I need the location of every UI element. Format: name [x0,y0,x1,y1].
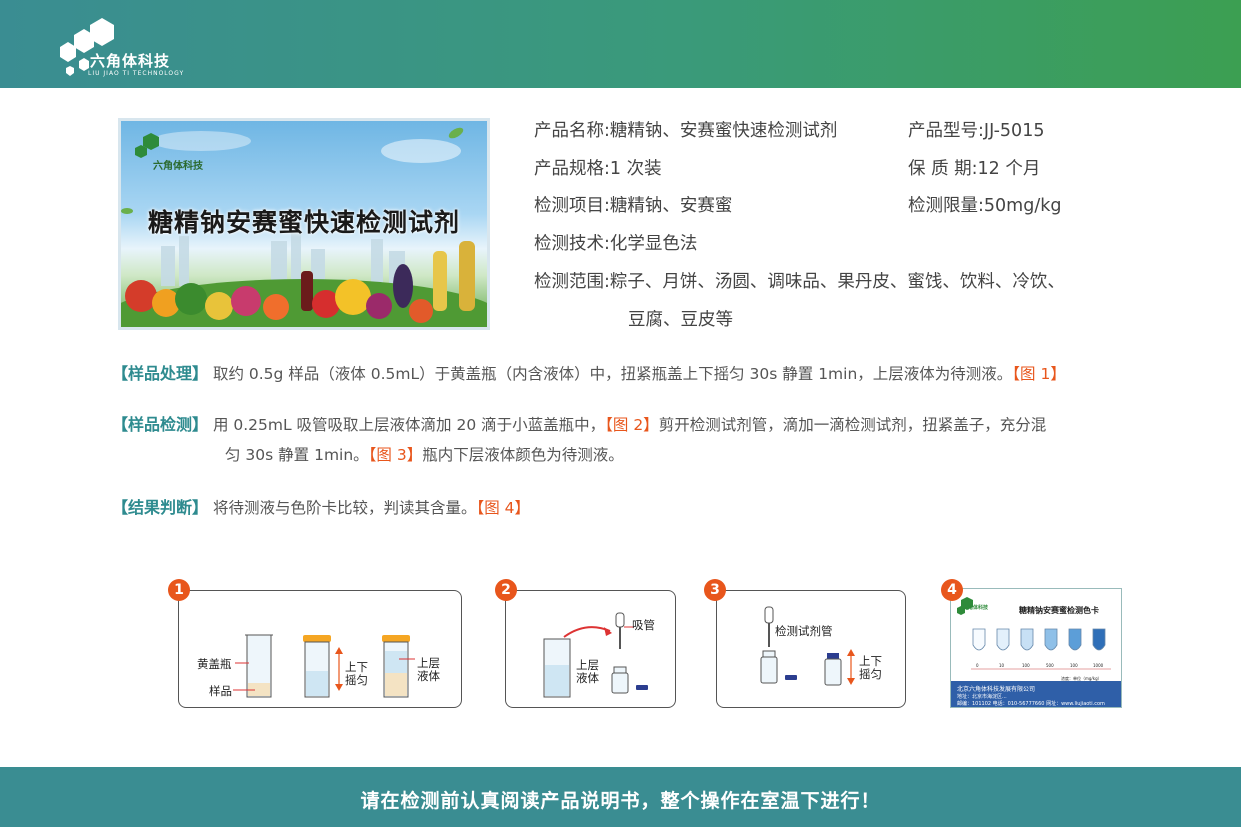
processing-ref: 【图 1】 [1012,365,1066,383]
step-3-number: 3 [704,579,726,601]
detection-ref-1: 【图 2】 [605,416,659,434]
processing-text: 取约 0.5g 样品（液体 0.5mL）于黄盖瓶（内含液体）中，扭紧瓶盖上下摇匀… [212,365,1013,383]
product-logo-text: 六角体科技 [153,161,203,172]
card-level-4: 100 [1070,663,1078,668]
result-text: 将待测液与色阶卡比较，判读其含量。 [212,499,477,517]
card-level-0: 0 [976,663,979,668]
result-ref: 【图 4】 [476,499,531,517]
detection-text-4: 瓶内下层液体颜色为待测液。 [422,446,624,464]
info-limit-label: 检测限量: [908,196,984,216]
card-level-1: 10 [999,663,1005,668]
info-model-value: JJ-5015 [983,121,1045,141]
step-3-tube-label: 检测试剂管 [775,624,833,638]
brand-english: LIU JIAO TI TECHNOLOGY [88,70,185,77]
info-name-value: 糖精钠、安赛蜜快速检测试剂 [609,121,838,141]
card-contact: 邮编：101102 电话：010-56777660 网址：www.liujiao… [957,701,1105,707]
info-spec-value: 1 次装 [609,159,662,179]
header-bar: 六角体科技 LIU JIAO TI TECHNOLOGY [0,0,1241,88]
info-name: 产品名称:糖精钠、安赛蜜快速检测试剂 [534,117,837,142]
info-range-label: 检测范围: [534,272,610,292]
info-range-line2: 豆腐、豆皮等 [628,310,733,330]
step-3-illustration [760,606,855,686]
step-1-number: 1 [168,579,190,601]
footer-bar: 请在检测前认真阅读产品说明书，整个操作在室温下进行！ [0,767,1241,827]
product-image: 六角体科技 糖精钠安赛蜜快速检测试剂 [118,118,490,330]
info-spec-label: 产品规格: [534,159,610,179]
detection-text-3: 匀 30s 静置 1min。 [225,446,369,464]
info-item-value: 糖精钠、安赛蜜 [609,196,733,216]
detection-ref-2: 【图 3】 [368,446,423,464]
card-level-2: 100 [1022,663,1030,668]
step-2-panel: 吸管 上层 液体 [505,590,676,708]
info-model: 产品型号:JJ-5015 [908,117,1044,142]
footer-notice: 请在检测前认真阅读产品说明书，整个操作在室温下进行！ [360,790,881,812]
step-1-panel: 黄盖瓶 样品 上下 摇匀 上层 液体 [178,590,462,708]
result-tag: 【结果判断】 [112,498,209,517]
info-limit: 检测限量:50mg/kg [908,192,1061,217]
info-shelf-value: 12 个月 [977,159,1041,179]
product-image-title: 糖精钠安赛蜜快速检测试剂 [147,208,460,237]
step-1-upper-label: 上层 液体 [417,656,440,683]
card-level-5: 1000 [1093,663,1104,668]
brand-name: 六角体科技 [90,52,171,70]
info-tech-value: 化学显色法 [609,234,698,254]
section-detection: 【样品检测】 用 0.25mL 吸管吸取上层液体滴加 20 滴于小蓝盖瓶中，【图… [112,410,1132,470]
step-3-panel: 检测试剂管 上下 摇匀 [716,590,906,708]
info-model-label: 产品型号: [908,121,984,141]
info-shelf: 保 质 期:12 个月 [908,155,1040,180]
step-2-pipette-label: 吸管 [632,618,655,632]
detection-text-1: 用 0.25mL 吸管吸取上层液体滴加 20 滴于小蓝盖瓶中， [212,416,606,434]
card-address: 地址：北京市海淀区... [957,694,1007,700]
card-logo: 六角体科技 [963,605,989,611]
section-result: 【结果判断】 将待测液与色阶卡比较，判读其含量。【图 4】 [112,493,1132,523]
step-2-illustration [543,612,648,698]
card-company: 北京六角体科技发展有限公司 [957,686,1036,693]
step-4-number: 4 [941,579,963,601]
detection-text-2: 剪开检测试剂管，滴加一滴检测试剂，扭紧盖子，充分混 [658,416,1047,434]
step-3-shake-label: 上下 摇匀 [859,654,882,681]
info-range: 检测范围:粽子、月饼、汤圆、调味品、果丹皮、蜜饯、饮料、冷饮、 [534,268,1065,293]
step-2-number: 2 [495,579,517,601]
step-2-upper-label: 上层 液体 [576,658,599,685]
card-title: 糖精钠安赛蜜检测色卡 [1019,606,1099,615]
info-tech-label: 检测技术: [534,234,610,254]
info-shelf-label: 保 质 期: [908,159,978,179]
info-spec: 产品规格:1 次装 [534,155,662,180]
info-tech: 检测技术:化学显色法 [534,230,697,255]
info-range-value-1: 粽子、月饼、汤圆、调味品、果丹皮、蜜饯、饮料、冷饮、 [609,272,1065,292]
step-4-color-card: 六角体科技 糖精钠安赛蜜检测色卡 0 10 100 500 100 1000 浓… [950,588,1122,708]
info-limit-value: 50mg/kg [983,196,1062,216]
info-item-label: 检测项目: [534,196,610,216]
detection-tag: 【样品检测】 [112,415,209,434]
step-1-bottle-label: 黄盖瓶 [197,657,232,671]
card-level-3: 500 [1046,663,1054,668]
section-processing: 【样品处理】 取约 0.5g 样品（液体 0.5mL）于黄盖瓶（内含液体）中，扭… [112,359,1132,389]
processing-tag: 【样品处理】 [112,364,209,383]
info-item: 检测项目:糖精钠、安赛蜜 [534,192,732,217]
card-footer: 北京六角体科技发展有限公司 地址：北京市海淀区... 邮编：101102 电话：… [951,681,1121,707]
step-1-sample-label: 样品 [209,684,232,698]
info-name-label: 产品名称: [534,121,610,141]
step-1-shake-label: 上下 摇匀 [345,660,368,687]
